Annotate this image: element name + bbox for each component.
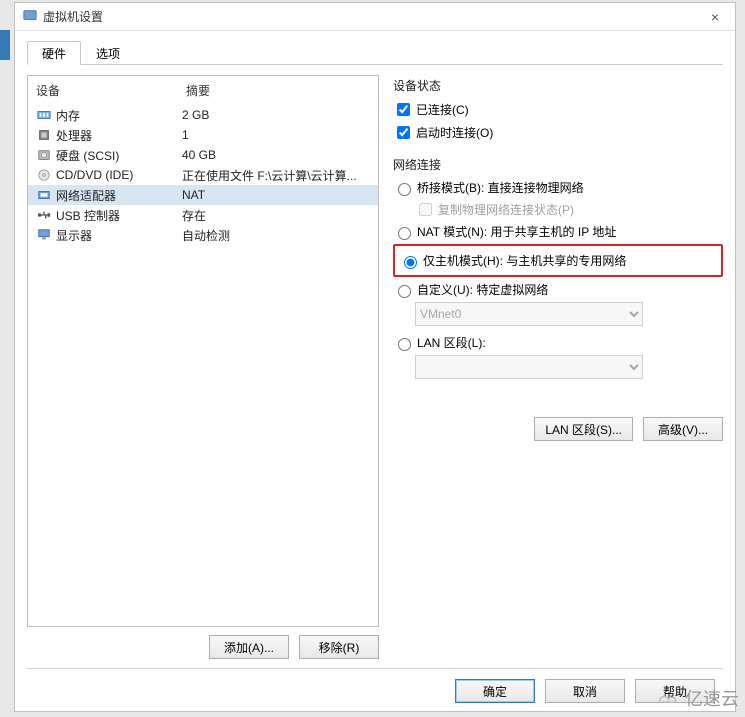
watermark: 亿速云 — [653, 685, 739, 711]
tab-hardware[interactable]: 硬件 — [27, 41, 81, 65]
lanseg-select — [415, 355, 643, 379]
custom-radio[interactable] — [398, 285, 411, 298]
lanseg-radio[interactable] — [398, 338, 411, 351]
replicate-checkbox — [419, 203, 432, 216]
tab-options[interactable]: 选项 — [81, 41, 135, 64]
hardware-row-display[interactable]: 显示器 自动检测 — [28, 225, 378, 245]
hostonly-radio[interactable] — [404, 256, 417, 269]
device-status-group: 设备状态 已连接(C) 启动时连接(O) — [393, 77, 723, 142]
add-button[interactable]: 添加(A)... — [209, 635, 289, 659]
lan-segments-button[interactable]: LAN 区段(S)... — [534, 417, 633, 441]
ok-button[interactable]: 确定 — [455, 679, 535, 703]
connect-at-poweron-label: 启动时连接(O) — [416, 124, 493, 141]
nat-label: NAT 模式(N): 用于共享主机的 IP 地址 — [417, 223, 616, 240]
replicate-label: 复制物理网络连接状态(P) — [438, 201, 574, 218]
memory-icon — [36, 108, 52, 122]
tabs: 硬件 选项 — [27, 41, 723, 65]
nat-radio[interactable] — [398, 227, 411, 240]
device-status-title: 设备状态 — [393, 77, 723, 94]
connected-checkbox[interactable] — [397, 103, 410, 116]
titlebar: 虚拟机设置 × — [15, 3, 735, 31]
close-button[interactable]: × — [695, 3, 735, 31]
hardware-row-usb[interactable]: USB 控制器 存在 — [28, 205, 378, 225]
network-connection-title: 网络连接 — [393, 156, 723, 173]
hdd-icon — [36, 148, 52, 162]
hardware-row-cpu[interactable]: 处理器 1 — [28, 125, 378, 145]
usb-icon — [36, 208, 52, 222]
app-icon — [23, 8, 37, 25]
header-summary: 摘要 — [186, 82, 210, 99]
connected-label: 已连接(C) — [416, 101, 469, 118]
cpu-icon — [36, 128, 52, 142]
bridged-label: 桥接模式(B): 直接连接物理网络 — [417, 179, 584, 196]
cancel-button[interactable]: 取消 — [545, 679, 625, 703]
network-connection-group: 网络连接 桥接模式(B): 直接连接物理网络 复制物理网络连接状态(P) NAT… — [393, 156, 723, 441]
bridged-radio[interactable] — [398, 183, 411, 196]
hostonly-label: 仅主机模式(H): 与主机共享的专用网络 — [423, 252, 626, 269]
vm-settings-dialog: 虚拟机设置 × 硬件 选项 设备 摘要 内存 2 GB — [14, 2, 736, 712]
header-device: 设备 — [36, 82, 186, 99]
hardware-row-nic[interactable]: 网络适配器 NAT — [28, 185, 378, 205]
connect-at-poweron-checkbox[interactable] — [397, 126, 410, 139]
hostonly-highlight: 仅主机模式(H): 与主机共享的专用网络 — [393, 244, 723, 277]
window-title: 虚拟机设置 — [43, 8, 103, 25]
custom-label: 自定义(U): 特定虚拟网络 — [417, 281, 548, 298]
advanced-button[interactable]: 高级(V)... — [643, 417, 723, 441]
dialog-footer: 确定 取消 帮助 — [27, 668, 723, 711]
hardware-list-header: 设备 摘要 — [28, 76, 378, 105]
lanseg-label: LAN 区段(L): — [417, 334, 486, 351]
vmnet-select: VMnet0 — [415, 302, 643, 326]
hardware-row-hdd[interactable]: 硬盘 (SCSI) 40 GB — [28, 145, 378, 165]
remove-button[interactable]: 移除(R) — [299, 635, 379, 659]
hardware-list[interactable]: 设备 摘要 内存 2 GB 处理器 1 硬盘 (SCSI) 40 GB — [27, 75, 379, 627]
hardware-row-cddvd[interactable]: CD/DVD (IDE) 正在使用文件 F:\云计算\云计算... — [28, 165, 378, 185]
disc-icon — [36, 168, 52, 182]
nic-icon — [36, 188, 52, 202]
hardware-row-memory[interactable]: 内存 2 GB — [28, 105, 378, 125]
display-icon — [36, 228, 52, 242]
